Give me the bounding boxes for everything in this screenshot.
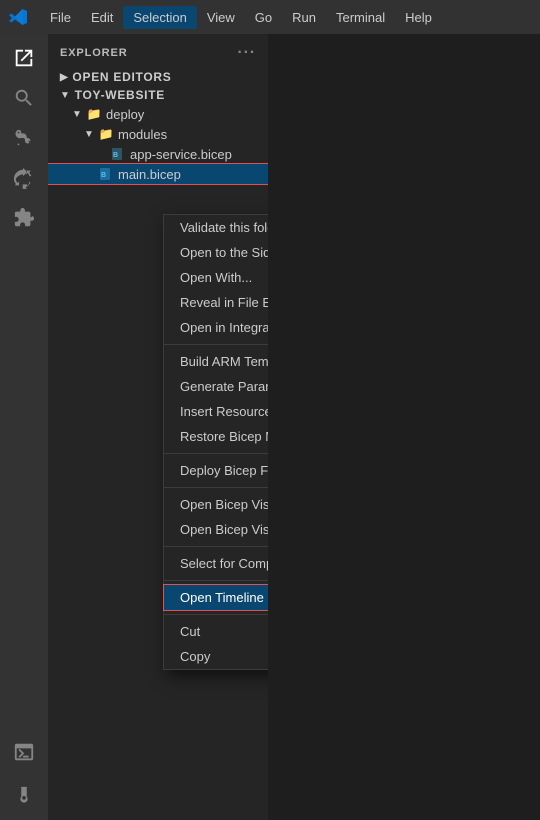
debug-activity-icon[interactable]	[8, 162, 40, 194]
ctx-copy-label: Copy	[180, 649, 210, 664]
main-layout: EXPLORER ··· ▶ OPEN EDITORS ▼ TOY-WEBSIT…	[0, 34, 540, 820]
ctx-separator-5	[164, 580, 268, 581]
ctx-cut-label: Cut	[180, 624, 200, 639]
ctx-insert-resource[interactable]: Insert Resource... Ctrl+K I	[164, 399, 268, 424]
ctx-generate-params-label: Generate Parameters File	[180, 379, 268, 394]
menu-edit[interactable]: Edit	[81, 6, 123, 29]
source-control-activity-icon[interactable]	[8, 122, 40, 154]
ctx-open-integrated-terminal[interactable]: Open in Integrated Terminal	[164, 315, 268, 340]
svg-text:B: B	[101, 172, 106, 179]
test-activity-icon[interactable]	[8, 780, 40, 812]
ctx-separator-1	[164, 344, 268, 345]
open-editors-chevron: ▶	[60, 72, 68, 83]
ctx-generate-params[interactable]: Generate Parameters File	[164, 374, 268, 399]
sidebar: EXPLORER ··· ▶ OPEN EDITORS ▼ TOY-WEBSIT…	[48, 34, 268, 820]
ctx-deploy-bicep-label: Deploy Bicep File...	[180, 463, 268, 478]
ctx-open-timeline-label: Open Timeline	[180, 590, 264, 605]
menu-selection[interactable]: Selection	[123, 6, 196, 29]
menu-help[interactable]: Help	[395, 6, 442, 29]
deploy-chevron-icon: ▼	[72, 109, 86, 120]
deploy-label: deploy	[106, 107, 144, 122]
svg-text:B: B	[113, 152, 118, 159]
ctx-open-to-side[interactable]: Open to the Side Ctrl+Enter	[164, 240, 268, 265]
ctx-open-visualizer[interactable]: Open Bicep Visualizer	[164, 492, 268, 517]
ctx-open-with-label: Open With...	[180, 270, 252, 285]
modules-folder-icon: 📁	[98, 126, 114, 142]
app-service-bicep-icon: B	[110, 146, 126, 162]
terminal-activity-icon[interactable]	[8, 736, 40, 768]
ctx-build-arm[interactable]: Build ARM Template Ctrl+Shift+B	[164, 349, 268, 374]
ctx-select-compare-label: Select for Compare	[180, 556, 268, 571]
tree-item-deploy[interactable]: ▼ 📁 deploy	[48, 104, 268, 124]
explorer-title: EXPLORER	[60, 47, 128, 59]
ctx-reveal-file-explorer-label: Reveal in File Explorer	[180, 295, 268, 310]
extensions-activity-icon[interactable]	[8, 202, 40, 234]
ctx-restore-bicep[interactable]: Restore Bicep Modules (Force) Ctrl+M R	[164, 424, 268, 449]
open-editors-label: OPEN EDITORS	[72, 70, 171, 84]
context-menu: Validate this folder Open to the Side Ct…	[163, 214, 268, 670]
tree-item-main-bicep[interactable]: B main.bicep	[48, 164, 268, 184]
menu-view[interactable]: View	[197, 6, 245, 29]
menu-bar: File Edit Selection View Go Run Terminal…	[40, 6, 442, 29]
ctx-open-timeline[interactable]: Open Timeline	[164, 585, 268, 610]
ctx-validate-folder[interactable]: Validate this folder	[164, 215, 268, 240]
activity-bar	[0, 34, 48, 820]
ctx-validate-folder-label: Validate this folder	[180, 220, 268, 235]
main-bicep-file-icon: B	[98, 166, 114, 182]
ctx-cut[interactable]: Cut Ctrl+X	[164, 619, 268, 644]
sidebar-more-button[interactable]: ···	[237, 44, 256, 62]
ctx-separator-2	[164, 453, 268, 454]
menu-terminal[interactable]: Terminal	[326, 6, 395, 29]
ctx-separator-4	[164, 546, 268, 547]
search-activity-icon[interactable]	[8, 82, 40, 114]
toy-website-section[interactable]: ▼ TOY-WEBSITE	[48, 86, 268, 104]
toy-website-label: TOY-WEBSITE	[75, 88, 165, 102]
ctx-open-with[interactable]: Open With...	[164, 265, 268, 290]
menu-go[interactable]: Go	[245, 6, 282, 29]
ctx-open-visualizer-side[interactable]: Open Bicep Visualizer to the Side Ctrl+K…	[164, 517, 268, 542]
ctx-open-to-side-label: Open to the Side	[180, 245, 268, 260]
ctx-open-visualizer-side-label: Open Bicep Visualizer to the Side	[180, 522, 268, 537]
modules-label: modules	[118, 127, 167, 142]
sidebar-header: EXPLORER ···	[48, 34, 268, 68]
ctx-open-integrated-terminal-label: Open in Integrated Terminal	[180, 320, 268, 335]
menu-run[interactable]: Run	[282, 6, 326, 29]
ctx-copy[interactable]: Copy Ctrl+C	[164, 644, 268, 669]
main-bicep-label: main.bicep	[118, 167, 181, 182]
ctx-build-arm-label: Build ARM Template	[180, 354, 268, 369]
tree-item-modules[interactable]: ▼ 📁 modules	[48, 124, 268, 144]
ctx-separator-6	[164, 614, 268, 615]
title-bar: File Edit Selection View Go Run Terminal…	[0, 0, 540, 34]
explorer-activity-icon[interactable]	[8, 42, 40, 74]
ctx-insert-resource-label: Insert Resource...	[180, 404, 268, 419]
editor-area	[268, 34, 540, 820]
app-service-label: app-service.bicep	[130, 147, 232, 162]
open-editors-section[interactable]: ▶ OPEN EDITORS	[48, 68, 268, 86]
modules-chevron-icon: ▼	[84, 129, 98, 140]
ctx-restore-bicep-label: Restore Bicep Modules (Force)	[180, 429, 268, 444]
deploy-folder-icon: 📁	[86, 106, 102, 122]
tree-item-app-service[interactable]: B app-service.bicep	[48, 144, 268, 164]
vscode-logo	[8, 7, 28, 27]
menu-file[interactable]: File	[40, 6, 81, 29]
ctx-select-compare[interactable]: Select for Compare	[164, 551, 268, 576]
ctx-separator-3	[164, 487, 268, 488]
ctx-deploy-bicep[interactable]: Deploy Bicep File...	[164, 458, 268, 483]
ctx-reveal-file-explorer[interactable]: Reveal in File Explorer Shift+Alt+R	[164, 290, 268, 315]
toy-website-chevron: ▼	[60, 90, 71, 101]
ctx-open-visualizer-label: Open Bicep Visualizer	[180, 497, 268, 512]
